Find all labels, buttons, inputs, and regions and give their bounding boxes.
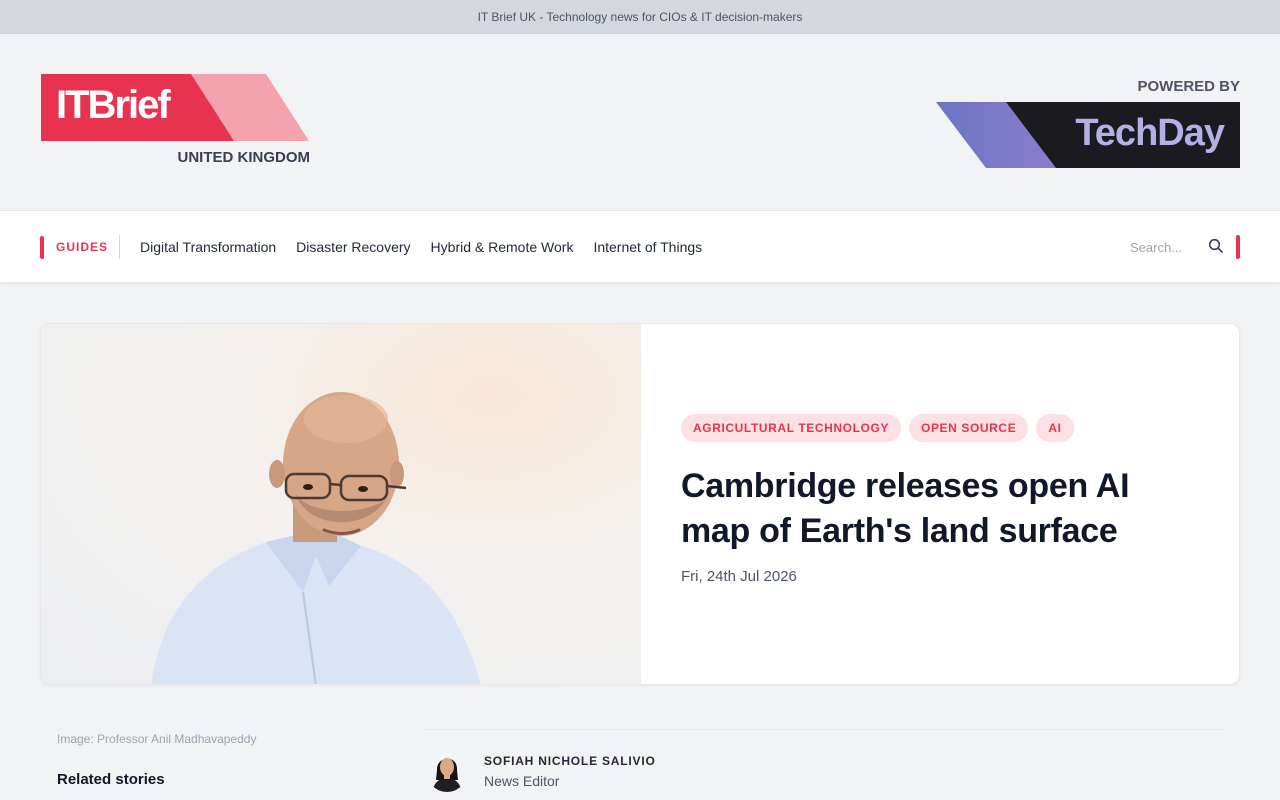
author-avatar[interactable] (426, 748, 468, 792)
nav-link-digital-transformation[interactable]: Digital Transformation (140, 239, 276, 255)
tag-ai[interactable]: AI (1036, 414, 1074, 442)
nav-link-hybrid-remote-work[interactable]: Hybrid & Remote Work (431, 239, 574, 255)
article-headline: Cambridge releases open AI map of Earth'… (681, 467, 1130, 550)
masthead: ITBrief UNITED KINGDOM POWERED BY TechDa… (0, 34, 1280, 210)
nav-accent-bar-right (1236, 235, 1240, 259)
portrait-illustration (151, 392, 481, 684)
nav-links: Digital Transformation Disaster Recovery… (140, 239, 702, 255)
nav-link-internet-of-things[interactable]: Internet of Things (593, 239, 702, 255)
image-caption: Image: Professor Anil Madhavapeddy (57, 732, 257, 746)
nav-link-disaster-recovery[interactable]: Disaster Recovery (296, 239, 410, 255)
related-stories-heading: Related stories (57, 771, 165, 788)
author-name[interactable]: SOFIAH NICHOLE SALIVIO (484, 754, 656, 768)
article-summary: AGRICULTURAL TECHNOLOGY OPEN SOURCE AI C… (681, 414, 1201, 585)
main-nav: GUIDES Digital Transformation Disaster R… (0, 210, 1280, 282)
tag-open-source[interactable]: OPEN SOURCE (909, 414, 1029, 442)
powered-by[interactable]: POWERED BY TechDay (936, 78, 1240, 172)
author-divider (424, 729, 1224, 730)
featured-article: AGRICULTURAL TECHNOLOGY OPEN SOURCE AI C… (40, 323, 1240, 685)
techday-logo-text: TechDay (1075, 112, 1225, 154)
nav-accent-bar (40, 236, 44, 259)
tag-agricultural-technology[interactable]: AGRICULTURAL TECHNOLOGY (681, 414, 902, 442)
article-date: Fri, 24th Jul 2026 (681, 568, 797, 585)
search-input[interactable] (1130, 235, 1200, 259)
logo-region: UNITED KINGDOM (177, 149, 311, 166)
top-banner: IT Brief UK - Technology news for CIOs &… (0, 0, 1280, 34)
nav-guides-label[interactable]: GUIDES (56, 240, 108, 254)
search-icon[interactable] (1208, 238, 1224, 254)
article-hero-image (41, 324, 641, 684)
itbrief-logo[interactable]: ITBrief UNITED KINGDOM (41, 74, 311, 174)
nav-divider (119, 235, 120, 259)
top-banner-text: IT Brief UK - Technology news for CIOs &… (477, 10, 803, 24)
article-tags: AGRICULTURAL TECHNOLOGY OPEN SOURCE AI (681, 414, 1201, 442)
author-role: News Editor (484, 773, 560, 789)
powered-by-label: POWERED BY (1137, 78, 1240, 95)
logo-text: ITBrief (56, 83, 171, 127)
author-avatar-image (426, 748, 468, 792)
